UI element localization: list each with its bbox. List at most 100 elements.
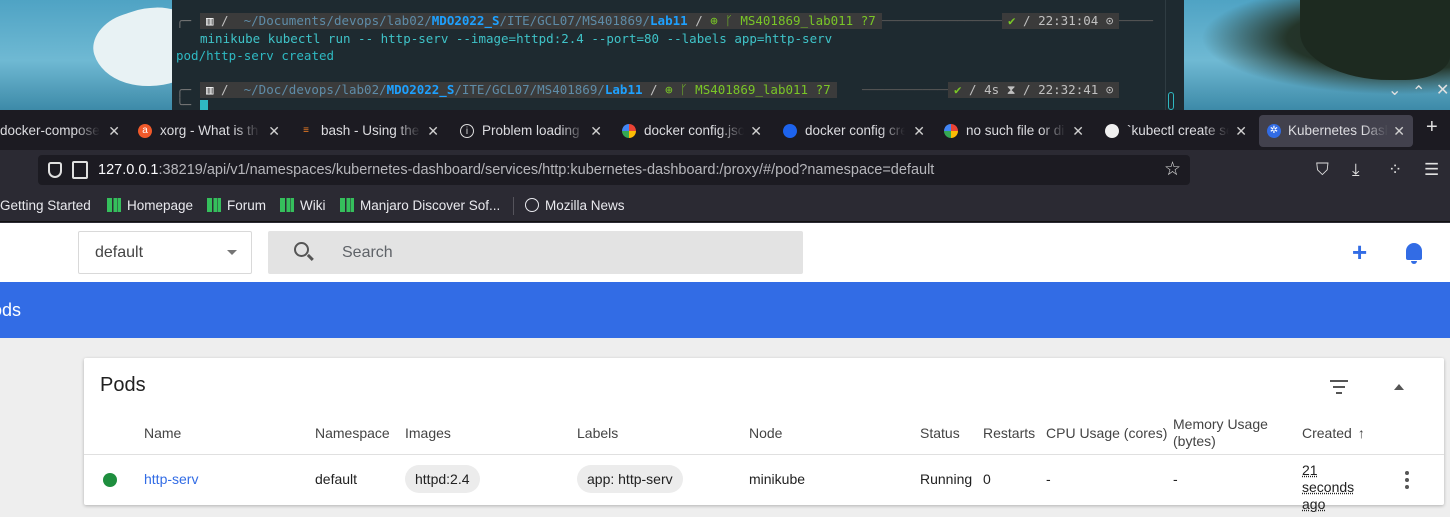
github-icon [1105, 124, 1119, 138]
row-actions-menu-icon[interactable] [1405, 471, 1409, 489]
address-bar[interactable]: 127.0.0.1:38219/api/v1/namespaces/kubern… [38, 155, 1190, 185]
column-header-node[interactable]: Node [749, 425, 782, 442]
pod-memory: - [1173, 471, 1178, 487]
clock-icon: ⊙ [1105, 82, 1114, 97]
docker-icon [783, 124, 797, 138]
image-chip: httpd:2.4 [405, 465, 480, 493]
extensions-icon[interactable]: ⁘ [1388, 160, 1402, 180]
status-check: ✔ [1008, 13, 1016, 28]
new-tab-button[interactable]: + [1426, 116, 1438, 139]
pods-card: Pods Name Namespace Images Labels Node S… [84, 358, 1444, 512]
shield-icon[interactable] [48, 162, 62, 178]
close-icon[interactable]: ✕ [268, 115, 280, 147]
prompt-path-mid: /ITE/GCL07/MS401869/ [499, 13, 651, 28]
column-header-images: Images [405, 425, 451, 441]
dashboard-toolbar: default Search + [0, 223, 1450, 282]
info-icon: i [460, 124, 474, 138]
bookmark-manjaro-discover[interactable]: Manjaro Discover Sof... [340, 190, 500, 222]
tab-kubectl-create[interactable]: `kubectl create se ✕ [1105, 115, 1247, 147]
terminal-scroll-thumb[interactable] [1168, 92, 1174, 110]
column-header-name[interactable]: Name [144, 425, 181, 442]
namespace-select[interactable]: default [78, 231, 252, 274]
bookmark-getting-started[interactable]: Getting Started [0, 190, 91, 222]
create-resource-button[interactable]: + [1352, 239, 1367, 265]
namespace-value: default [95, 244, 144, 261]
git-branch: MS401869_lab011 ?7 [695, 82, 831, 97]
terminal-output: pod/http-serv created [176, 48, 335, 63]
bookmark-label: Wiki [300, 198, 326, 213]
bookmark-star-icon[interactable]: ☆ [1164, 158, 1181, 181]
tab-docker-compose[interactable]: docker-compose ✕ [0, 115, 120, 147]
column-header-memory: Memory Usage (bytes) [1173, 416, 1268, 449]
prompt-path: ▥ / ~/Doc/devops/lab02/MDO2022_S/ITE/GCL… [200, 82, 837, 98]
prompt-path-prefix: ~/Documents/devops/lab02/ [236, 13, 432, 28]
tab-docker-config-cred[interactable]: docker config cre ✕ [783, 115, 925, 147]
card-title: Pods [100, 374, 146, 396]
label-chip: app: http-serv [577, 465, 683, 493]
prompt-path-prefix: ~/Doc/devops/lab02/ [236, 82, 387, 97]
close-icon[interactable]: ✕ [427, 115, 439, 147]
pod-cpu: - [1046, 471, 1051, 487]
bookmarks-bar: Getting Started Homepage Forum Wiki Manj… [0, 190, 1450, 222]
bookmark-wiki[interactable]: Wiki [280, 190, 326, 222]
prompt-path: ▥ / ~/Documents/devops/lab02/MDO2022_S/I… [200, 13, 882, 29]
pod-name-link[interactable]: http-serv [144, 471, 198, 487]
prompt-time: 22:32:41 [1038, 82, 1099, 97]
prompt-status: ✔ / 22:31:04 ⊙ [1002, 13, 1120, 29]
url-host: 127.0.0.1 [98, 162, 159, 178]
globe-icon [525, 198, 539, 212]
tab-label: Kubernetes Dash [1288, 123, 1388, 138]
bookmark-label: Mozilla News [545, 198, 625, 213]
tab-problem-loading[interactable]: i Problem loading ✕ [460, 115, 602, 147]
notifications-bell-icon[interactable] [1406, 243, 1422, 264]
column-header-status[interactable]: Status [920, 425, 960, 442]
prompt-corner: ╭─ [176, 13, 192, 28]
close-icon[interactable]: ✕ [1436, 80, 1449, 100]
chevron-down-icon[interactable]: ⌄ [1388, 80, 1401, 100]
page-info-icon[interactable] [72, 161, 88, 179]
chevron-up-icon[interactable]: ⌃ [1412, 82, 1425, 102]
hamburger-menu-icon[interactable]: ☰ [1424, 160, 1439, 180]
bookmark-homepage[interactable]: Homepage [107, 190, 193, 222]
close-icon[interactable]: ✕ [913, 115, 925, 147]
terminal-window[interactable]: ╭─ ▥ / ~/Documents/devops/lab02/MDO2022_… [172, 0, 1184, 114]
close-icon[interactable]: ✕ [1235, 115, 1247, 147]
manjaro-icon [340, 198, 354, 212]
prompt-path-end: Lab11 [650, 13, 688, 28]
close-icon[interactable]: ✕ [750, 115, 762, 147]
column-header-created[interactable]: Created ↑ [1302, 425, 1365, 442]
pocket-icon[interactable]: ⛉ [1316, 160, 1329, 180]
tab-label: no such file or di [966, 123, 1065, 138]
filter-icon[interactable] [1330, 380, 1348, 394]
bookmark-forum[interactable]: Forum [207, 190, 266, 222]
kubernetes-icon: ✲ [1267, 124, 1281, 138]
download-icon[interactable]: ⤓ [1352, 160, 1360, 180]
bookmark-label: Getting Started [0, 198, 91, 213]
tab-strip: docker-compose ✕ a xorg - What is th ✕ ≡… [0, 110, 1450, 150]
tab-xorg[interactable]: a xorg - What is th ✕ [138, 115, 280, 147]
pod-node[interactable]: minikube [749, 471, 805, 488]
close-icon[interactable]: ✕ [108, 115, 120, 147]
tab-bash[interactable]: ≡ bash - Using the ✕ [299, 115, 439, 147]
manjaro-icon [280, 198, 294, 212]
navigation-toolbar: 127.0.0.1:38219/api/v1/namespaces/kubern… [0, 150, 1450, 190]
url-path: :38219/api/v1/namespaces/kubernetes-dash… [158, 162, 935, 178]
column-header-restarts[interactable]: Restarts [983, 425, 1035, 442]
tab-no-such-file[interactable]: no such file or di ✕ [944, 115, 1084, 147]
bookmark-mozilla-news[interactable]: Mozilla News [525, 190, 625, 222]
pod-namespace: default [315, 471, 358, 487]
tab-kubernetes-dashboard[interactable]: ✲ Kubernetes Dash ✕ [1259, 115, 1413, 147]
close-icon[interactable]: ✕ [1393, 115, 1405, 147]
close-icon[interactable]: ✕ [1072, 115, 1084, 147]
collapse-arrow-icon[interactable] [1394, 384, 1404, 390]
kubernetes-dashboard: default Search + ods Pods Name Namespace… [0, 223, 1450, 517]
column-header-namespace[interactable]: Namespace [315, 425, 390, 442]
page-header-bar: ods [0, 282, 1450, 338]
search-input[interactable]: Search [268, 231, 803, 274]
tab-label: bash - Using the [321, 123, 420, 138]
tab-label: Problem loading [482, 123, 580, 138]
tab-docker-config-json[interactable]: docker config.jso ✕ [622, 115, 762, 147]
url-text[interactable]: 127.0.0.1:38219/api/v1/namespaces/kubern… [98, 155, 934, 185]
pod-created: 21 seconds ago [1302, 462, 1355, 512]
close-icon[interactable]: ✕ [590, 115, 602, 147]
